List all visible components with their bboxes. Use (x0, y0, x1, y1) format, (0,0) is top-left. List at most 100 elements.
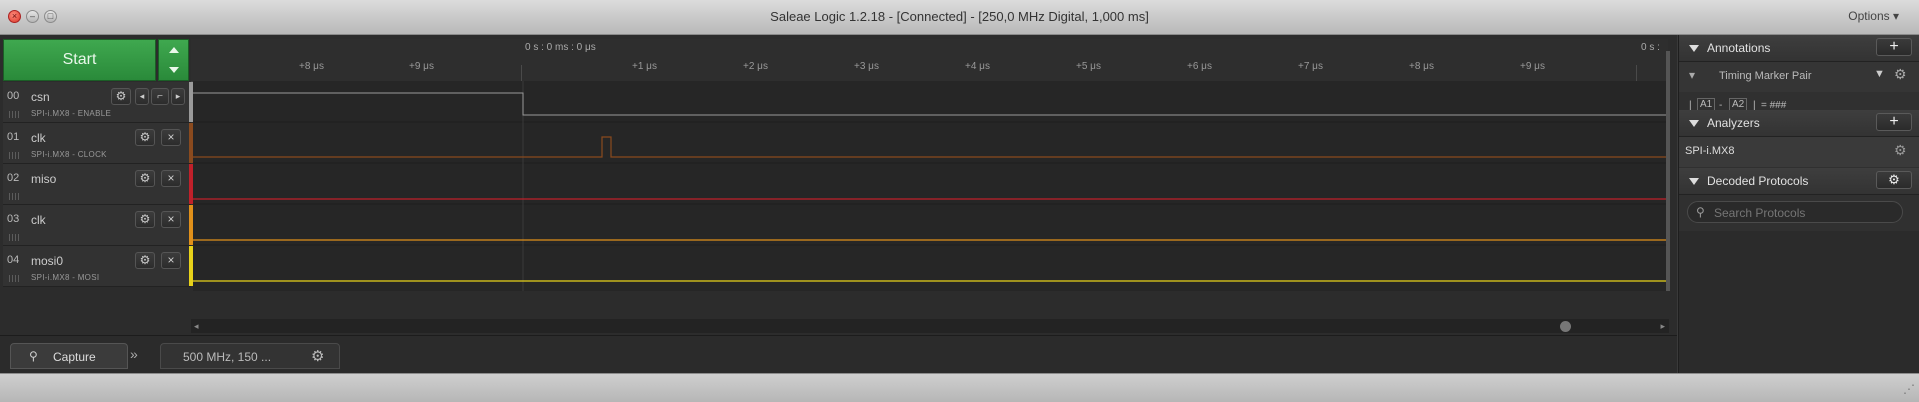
bookmark-icon: ▾ (1689, 68, 1696, 82)
tick-label: +3 μs (854, 61, 879, 72)
channel-number: 03 (7, 213, 20, 225)
gear-icon[interactable]: ⚙ (1894, 142, 1907, 159)
channel-number: 00 (7, 90, 20, 102)
scroll-left-icon[interactable]: ◂ (194, 321, 199, 332)
trigger-edge-button[interactable]: ⌐ (151, 88, 169, 105)
channel-row-02[interactable]: 02 miso ⚙ × (3, 164, 191, 205)
timeline-origin-line (521, 65, 522, 81)
analyzer-name: SPI-i.MX8 (1685, 145, 1735, 157)
drag-handle-icon[interactable] (9, 234, 21, 241)
waveform-csn (193, 92, 1668, 116)
waveform-area[interactable] (193, 81, 1668, 291)
analyzer-item[interactable]: SPI-i.MX8 ⚙ (1679, 137, 1919, 167)
search-icon: ⚲ (1696, 205, 1705, 219)
channel-row-01[interactable]: 01 clk SPI-i.MX8 - CLOCK ⚙ × (3, 123, 191, 164)
trigger-falling-edge-button[interactable]: ▸ (171, 88, 185, 105)
capture-tab[interactable]: ⚲ Capture (10, 343, 128, 369)
start-button[interactable]: Start (3, 39, 156, 81)
scroll-right-icon[interactable]: ▸ (1660, 321, 1665, 332)
collapse-triangle-icon[interactable] (1689, 45, 1699, 52)
decoded-protocols-title: Decoded Protocols (1707, 174, 1809, 188)
timeline-origin-label-right: 0 s : (1641, 42, 1660, 53)
collapse-triangle-icon[interactable] (1689, 120, 1699, 127)
main-area: Start 0 s : 0 ms : 0 μs 0 s : +8 μs +9 μ… (0, 35, 1677, 374)
channel-name[interactable]: clk (31, 213, 46, 227)
tick-label: +9 μs (1520, 61, 1545, 72)
drag-handle-icon[interactable] (9, 193, 21, 200)
right-panel: Annotations + ▾ Timing Marker Pair ▼ ⚙ |… (1678, 35, 1919, 373)
timing-marker-pair-label: Timing Marker Pair (1719, 70, 1812, 82)
timeline-origin-line-right (1636, 65, 1637, 81)
drag-handle-icon[interactable] (9, 111, 21, 118)
scroll-thumb[interactable] (1560, 321, 1571, 332)
tick-label: +8 μs (1409, 61, 1434, 72)
magnifier-icon: ⚲ (29, 349, 38, 363)
channel-analyzer-label: SPI-i.MX8 - MOSI (31, 273, 100, 282)
gear-icon[interactable]: ⚙ (311, 347, 324, 365)
decoded-settings-button[interactable]: ⚙ (1876, 171, 1912, 189)
channel-settings-button[interactable]: ⚙ (111, 88, 131, 105)
channel-number: 01 (7, 131, 20, 143)
waveform-clk (193, 136, 1668, 158)
title-bar: × – □ Saleae Logic 1.2.18 - [Connected] … (0, 0, 1919, 35)
timeline-ruler[interactable]: 0 s : 0 ms : 0 μs 0 s : +8 μs +9 μs +1 μ… (191, 39, 1668, 82)
start-options-button[interactable] (158, 39, 189, 81)
status-bar: ⋰ (0, 373, 1919, 402)
timing-marker-row[interactable]: ▾ Timing Marker Pair ▼ ⚙ (1679, 62, 1919, 92)
tick-label: +4 μs (965, 61, 990, 72)
drag-handle-icon[interactable] (9, 275, 21, 282)
options-menu[interactable]: Options ▾ (1848, 9, 1899, 23)
channel-name[interactable]: csn (31, 90, 50, 104)
collapse-triangle-icon[interactable] (1689, 178, 1699, 185)
channel-settings-button[interactable]: ⚙ (135, 211, 155, 228)
channel-settings-button[interactable]: ⚙ (135, 252, 155, 269)
tick-label: +9 μs (409, 61, 434, 72)
analyzers-title: Analyzers (1707, 116, 1760, 130)
dropdown-icon[interactable]: ▼ (1874, 68, 1885, 80)
channel-number: 04 (7, 254, 20, 266)
tick-label: +6 μs (1187, 61, 1212, 72)
gear-icon[interactable]: ⚙ (1894, 66, 1907, 83)
analyzers-header[interactable]: Analyzers + (1679, 110, 1919, 137)
timeline-origin-label: 0 s : 0 ms : 0 μs (525, 42, 596, 53)
search-protocols-input[interactable] (1712, 204, 1896, 222)
trigger-rising-edge-button[interactable]: ◂ (135, 88, 149, 105)
channel-remove-button[interactable]: × (161, 252, 181, 269)
annotations-title: Annotations (1707, 41, 1771, 55)
drag-handle-icon[interactable] (9, 152, 21, 159)
channel-settings-button[interactable]: ⚙ (135, 129, 155, 146)
add-annotation-button[interactable]: + (1876, 38, 1912, 56)
channel-analyzer-label: SPI-i.MX8 - CLOCK (31, 150, 107, 159)
channel-analyzer-label: SPI-i.MX8 - ENABLE (31, 109, 112, 118)
add-analyzer-button[interactable]: + (1876, 113, 1912, 131)
expand-chevron-icon[interactable]: » (130, 346, 138, 362)
arrow-down-icon (169, 67, 179, 73)
tick-label: +1 μs (632, 61, 657, 72)
channel-row-03[interactable]: 03 clk ⚙ × (3, 205, 191, 246)
vertical-scrollbar[interactable] (1666, 51, 1670, 291)
arrow-up-icon (169, 47, 179, 53)
tick-label: +7 μs (1298, 61, 1323, 72)
tick-label: +8 μs (299, 61, 324, 72)
channel-row-00[interactable]: 00 csn SPI-i.MX8 - ENABLE ⚙ ◂ ⌐ ▸ (3, 82, 191, 123)
channel-number: 02 (7, 172, 20, 184)
resize-grip-icon[interactable]: ⋰ (1903, 382, 1915, 396)
channel-name[interactable]: miso (31, 172, 56, 186)
capture-settings-tab[interactable]: 500 MHz, 150 ... ⚙ (160, 343, 340, 369)
channel-settings-button[interactable]: ⚙ (135, 170, 155, 187)
capture-bar: ⚲ Capture » 500 MHz, 150 ... ⚙ (0, 335, 1677, 374)
waveform-canvas (193, 81, 1668, 291)
search-protocols-box[interactable]: ⚲ (1687, 201, 1903, 223)
channel-remove-button[interactable]: × (161, 170, 181, 187)
horizontal-scrollbar[interactable]: ◂ ▸ (191, 319, 1669, 333)
decoded-protocols-header[interactable]: Decoded Protocols ⚙ (1679, 168, 1919, 195)
channel-row-04[interactable]: 04 mosi0 SPI-i.MX8 - MOSI ⚙ × (3, 246, 191, 287)
channel-name[interactable]: clk (31, 131, 46, 145)
tick-label: +5 μs (1076, 61, 1101, 72)
channel-name[interactable]: mosi0 (31, 254, 63, 268)
annotations-header[interactable]: Annotations + (1679, 35, 1919, 62)
capture-settings-label: 500 MHz, 150 ... (183, 350, 272, 364)
channel-remove-button[interactable]: × (161, 129, 181, 146)
channel-remove-button[interactable]: × (161, 211, 181, 228)
decoded-protocols-list (1679, 231, 1919, 373)
